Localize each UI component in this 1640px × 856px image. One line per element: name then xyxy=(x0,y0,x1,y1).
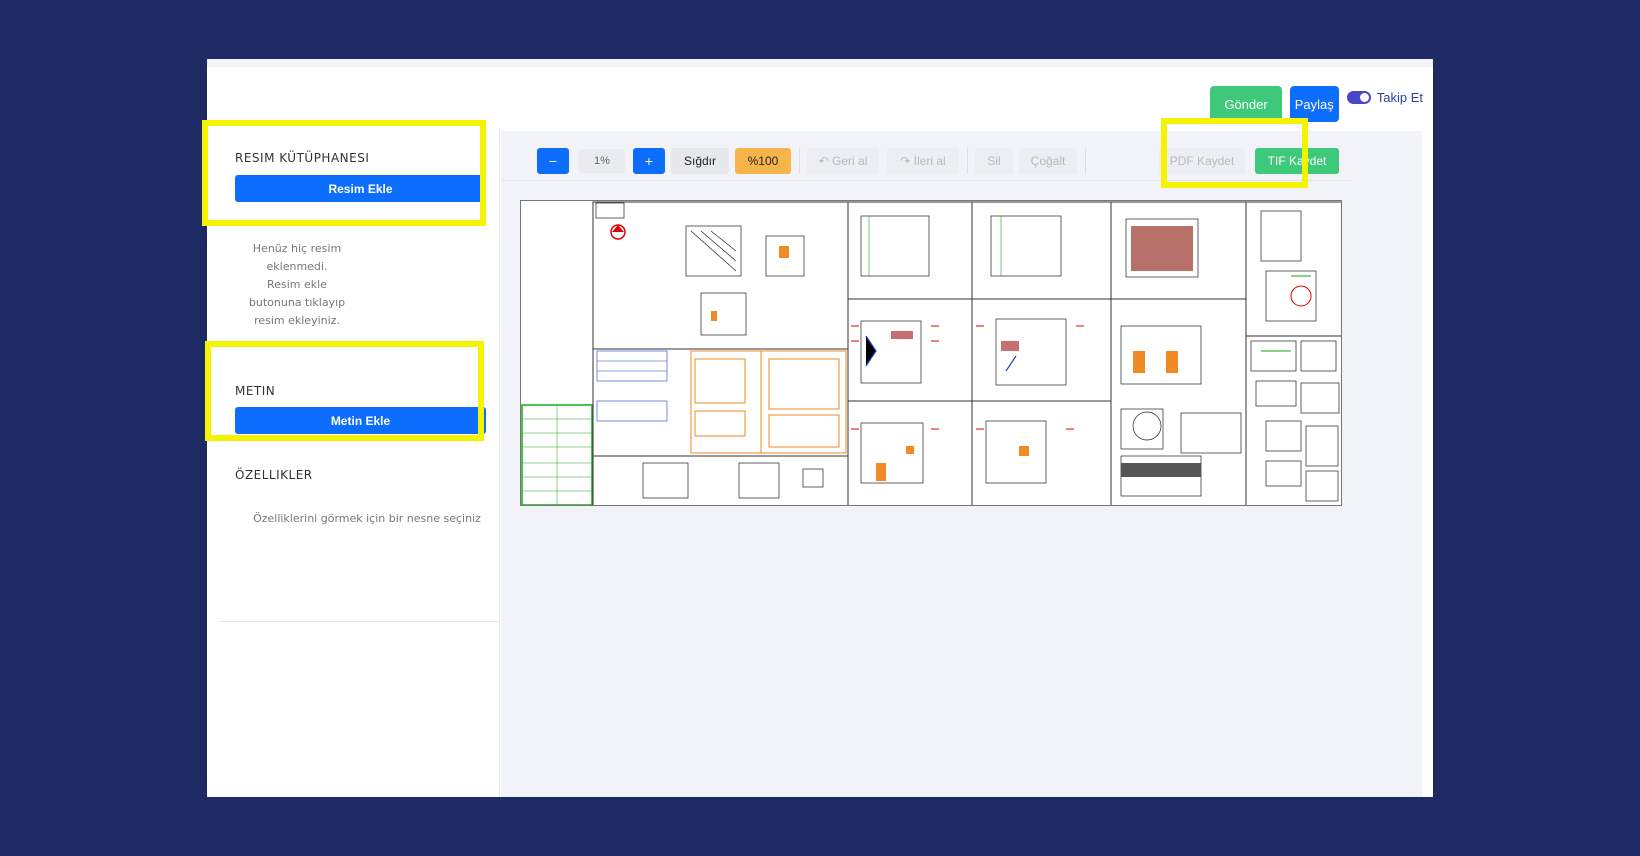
toolbar-separator xyxy=(967,148,968,174)
empty-line: Resim ekle xyxy=(267,278,327,291)
properties-title: ÖZELLIKLER xyxy=(235,468,313,482)
canvas-area: − 1% + Sığdır %100 ↶ Geri al ↷ İleri al … xyxy=(501,131,1422,797)
toggle-switch-icon[interactable] xyxy=(1346,90,1371,104)
duplicate-button[interactable]: Çoğalt xyxy=(1019,148,1077,174)
zoom-in-button[interactable]: + xyxy=(633,148,665,174)
architectural-drawing-preview xyxy=(521,201,1341,505)
toolbar-separator xyxy=(799,148,800,174)
send-button[interactable]: Gönder xyxy=(1210,86,1282,122)
empty-line: resim ekleyiniz. xyxy=(254,314,340,327)
empty-line: butonuna tıklayıp xyxy=(248,296,346,309)
zoom-100-button[interactable]: %100 xyxy=(735,148,791,174)
redo-button[interactable]: ↷ İleri al xyxy=(887,148,959,174)
sidebar-divider xyxy=(219,621,500,622)
top-actions: Gönder Paylaş Takip Et xyxy=(1210,86,1423,122)
undo-button[interactable]: ↶ Geri al xyxy=(807,148,879,174)
empty-line: eklenmedi. xyxy=(266,260,328,273)
fit-button[interactable]: Sığdır xyxy=(671,148,729,174)
empty-line: Henüz hiç resim xyxy=(252,242,342,255)
drawing-sheet[interactable] xyxy=(520,200,1342,506)
toolbar-separator xyxy=(1085,148,1086,174)
zoom-out-button[interactable]: − xyxy=(537,148,569,174)
highlight-text-section xyxy=(205,341,484,441)
highlight-image-library xyxy=(202,120,486,226)
highlight-tif-save xyxy=(1161,118,1308,188)
delete-button[interactable]: Sil xyxy=(975,148,1013,174)
follow-label: Takip Et xyxy=(1376,89,1423,105)
zoom-level: 1% xyxy=(579,149,625,173)
share-button[interactable]: Paylaş xyxy=(1289,86,1339,122)
follow-toggle-group[interactable]: Takip Et xyxy=(1346,89,1423,105)
sidebar: RESIM KÜTÜPHANESI Resim Ekle Henüz hiç r… xyxy=(207,129,500,797)
properties-empty-message: Özelliklerini görmek için bir nesne seçi… xyxy=(253,512,481,525)
image-library-empty-message: Henüz hiç resim eklenmedi. Resim ekle bu… xyxy=(247,240,347,330)
top-strip xyxy=(207,59,1433,67)
